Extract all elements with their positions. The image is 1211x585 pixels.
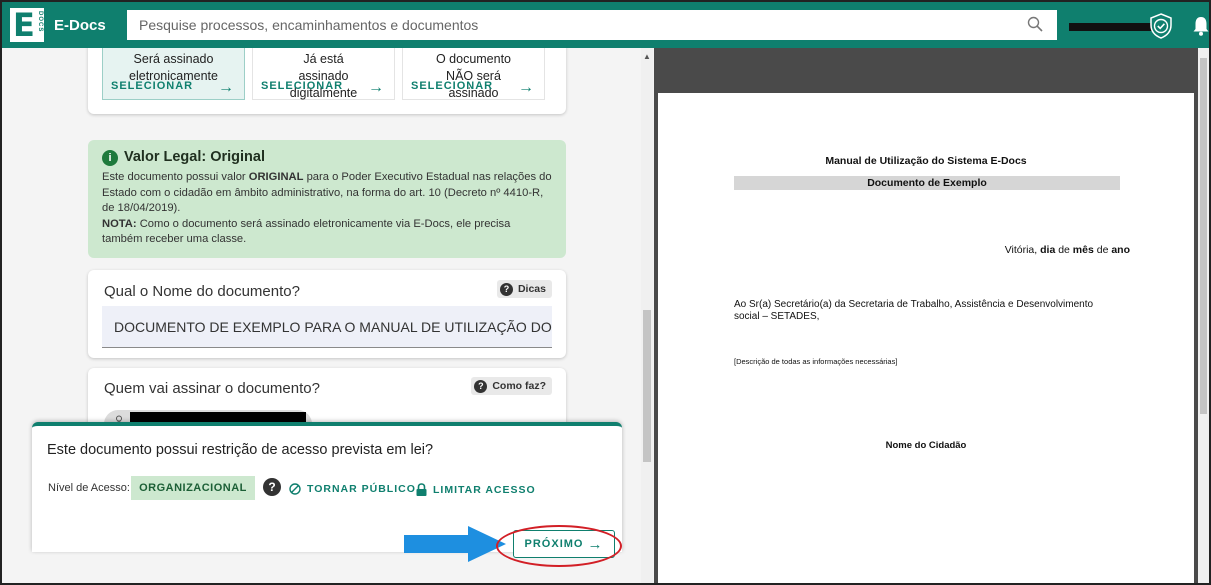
document-name-question: Qual o Nome do documento?	[104, 283, 300, 300]
option-already-signed[interactable]: Já está assinado digitalmente SELECIONAR…	[252, 48, 395, 100]
search-placeholder: Pesquise processos, encaminhamentos e do…	[139, 17, 479, 33]
scroll-thumb[interactable]	[1200, 58, 1207, 414]
help-icon[interactable]: ?	[263, 478, 281, 496]
user-name-redacted[interactable]	[1069, 23, 1157, 31]
preview-signer-name: Nome do Cidadão	[885, 440, 967, 451]
highlight-circle-annotation	[496, 525, 622, 567]
preview-title: Manual de Utilização do Sistema E-Docs	[825, 155, 1027, 167]
document-preview: Manual de Utilização do Sistema E-Docs D…	[654, 48, 1209, 583]
legal-value-note: NOTA: Como o documento será assinado ele…	[102, 217, 511, 246]
select-label: SELECIONAR	[261, 80, 344, 92]
edocs-logo[interactable]: E DOCS	[10, 6, 44, 44]
access-question: Este documento possui restrição de acess…	[47, 442, 434, 458]
option-sign-electronically[interactable]: Será assinado eletronicamente SELECIONAR…	[102, 48, 245, 100]
search-icon[interactable]	[1027, 16, 1043, 32]
blue-arrow-annotation	[404, 526, 506, 562]
access-restriction-dialog: Este documento possui restrição de acess…	[32, 422, 622, 567]
make-public-button[interactable]: TORNAR PÚBLICO	[289, 483, 416, 495]
preview-scrollbar[interactable]	[1198, 48, 1209, 583]
how-to-button[interactable]: ? Como faz?	[471, 377, 552, 395]
signer-question: Quem vai assinar o documento?	[104, 380, 320, 397]
lock-icon	[416, 483, 427, 496]
legal-value-text: Este documento possui valor ORIGINAL par…	[102, 171, 552, 214]
help-icon: ?	[474, 379, 488, 393]
globe-icon	[289, 483, 301, 495]
signature-type-card: Será assinado eletronicamente SELECIONAR…	[88, 48, 566, 114]
scroll-up-icon[interactable]: ▲	[643, 52, 651, 61]
arrow-right-icon: →	[518, 79, 534, 96]
help-icon: ?	[499, 282, 513, 296]
preview-description: [Descrição de todas as informações neces…	[734, 357, 898, 366]
legal-value-title: i Valor Legal: Original	[102, 150, 552, 166]
info-icon: i	[102, 150, 118, 166]
option-not-signed[interactable]: O documento NÃO será assinado SELECIONAR…	[402, 48, 545, 100]
arrow-right-icon: →	[218, 79, 234, 96]
scroll-thumb[interactable]	[643, 310, 651, 462]
tips-button[interactable]: ? Dicas	[496, 280, 552, 298]
arrow-right-icon: →	[368, 79, 384, 96]
preview-recipient: Ao Sr(a) Secretário(a) da Secretaria de …	[734, 299, 1094, 322]
app-window: E DOCS E-Docs Pesquise processos, encami…	[0, 0, 1211, 585]
document-name-card: Qual o Nome do documento? ? Dicas DOCUME…	[88, 270, 566, 358]
left-scrollbar[interactable]: ▲	[641, 48, 653, 583]
search-input[interactable]: Pesquise processos, encaminhamentos e do…	[127, 10, 1057, 40]
select-label: SELECIONAR	[111, 80, 194, 92]
preview-date-line: Vitória, dia de mês de ano	[1004, 244, 1130, 256]
legal-value-box: i Valor Legal: Original Este documento p…	[88, 140, 566, 258]
limit-access-button[interactable]: LIMITAR ACESSO	[416, 483, 536, 496]
preview-subtitle: Documento de Exemplo	[734, 176, 1120, 190]
app-name[interactable]: E-Docs	[54, 17, 124, 34]
access-level-badge: ORGANIZACIONAL	[131, 476, 255, 500]
shield-check-icon[interactable]	[1148, 13, 1174, 39]
preview-page: Manual de Utilização do Sistema E-Docs D…	[658, 93, 1194, 583]
bell-icon[interactable]	[1191, 15, 1211, 37]
access-level-label: Nível de Acesso:	[48, 482, 130, 494]
select-label: SELECIONAR	[411, 80, 494, 92]
top-bar: E DOCS E-Docs Pesquise processos, encami…	[2, 2, 1209, 48]
document-name-input[interactable]: DOCUMENTO DE EXEMPLO PARA O MANUAL DE UT…	[102, 306, 552, 348]
